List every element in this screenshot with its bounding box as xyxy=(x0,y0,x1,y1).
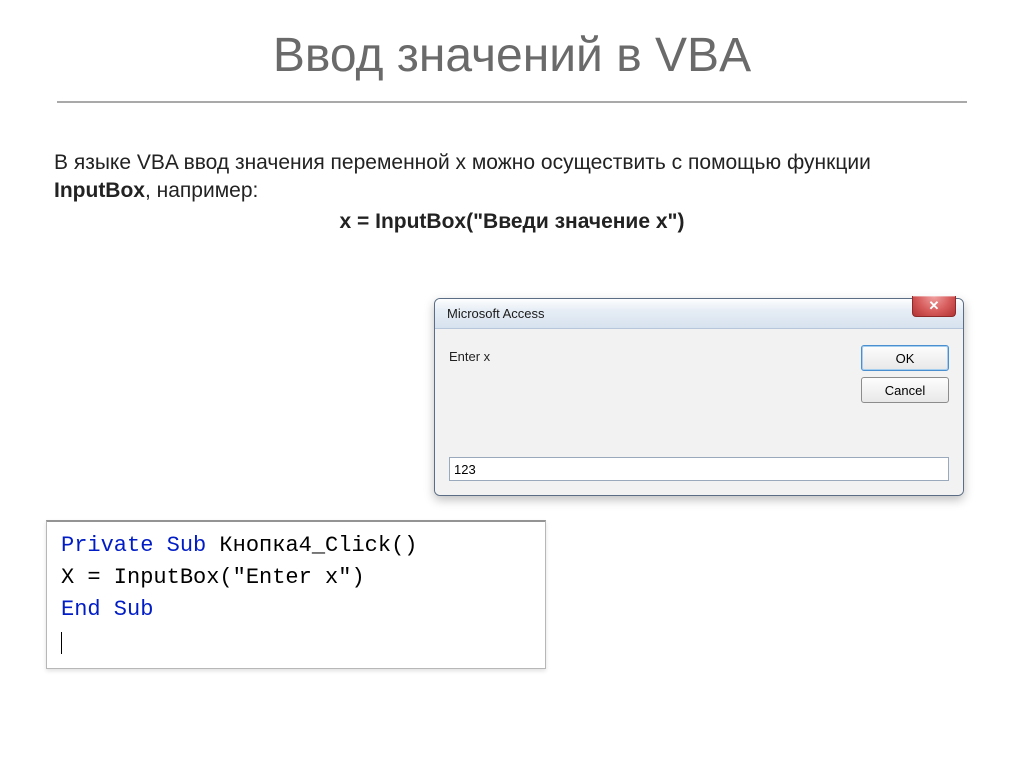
dialog-title: Microsoft Access xyxy=(447,306,545,321)
dialog-prompt: Enter x xyxy=(449,345,849,364)
body-text: В языке VBA ввод значения переменной x м… xyxy=(54,149,970,236)
code-line-2: X = InputBox("Enter x") xyxy=(61,562,531,594)
dialog-input[interactable] xyxy=(449,457,949,481)
keyword: Private Sub xyxy=(61,533,206,558)
code-text: Кнопка4_Click() xyxy=(206,533,417,558)
para-text-b: , например: xyxy=(145,179,258,202)
code-panel: Private Sub Кнопка4_Click() X = InputBox… xyxy=(46,520,546,669)
code-line-3: End Sub xyxy=(61,594,531,626)
close-button[interactable]: ✕ xyxy=(912,296,956,317)
cancel-button[interactable]: Cancel xyxy=(861,377,949,403)
keyword: End Sub xyxy=(61,597,153,622)
function-name: InputBox xyxy=(54,179,145,202)
inputbox-dialog: Microsoft Access ✕ Enter x OK Cancel xyxy=(434,298,964,496)
code-line-1: Private Sub Кнопка4_Click() xyxy=(61,530,531,562)
close-icon: ✕ xyxy=(929,298,940,314)
dialog-titlebar: Microsoft Access ✕ xyxy=(435,299,963,329)
title-underline xyxy=(57,101,967,103)
text-cursor xyxy=(61,632,62,654)
dialog-body: Enter x OK Cancel xyxy=(435,329,963,495)
ok-button[interactable]: OK xyxy=(861,345,949,371)
example-line: x = InputBox("Введи значение x") xyxy=(54,208,970,236)
para-text-a: В языке VBA ввод значения переменной x м… xyxy=(54,151,871,174)
code-line-4 xyxy=(61,626,531,658)
slide-title: Ввод значений в VBA xyxy=(0,0,1024,101)
